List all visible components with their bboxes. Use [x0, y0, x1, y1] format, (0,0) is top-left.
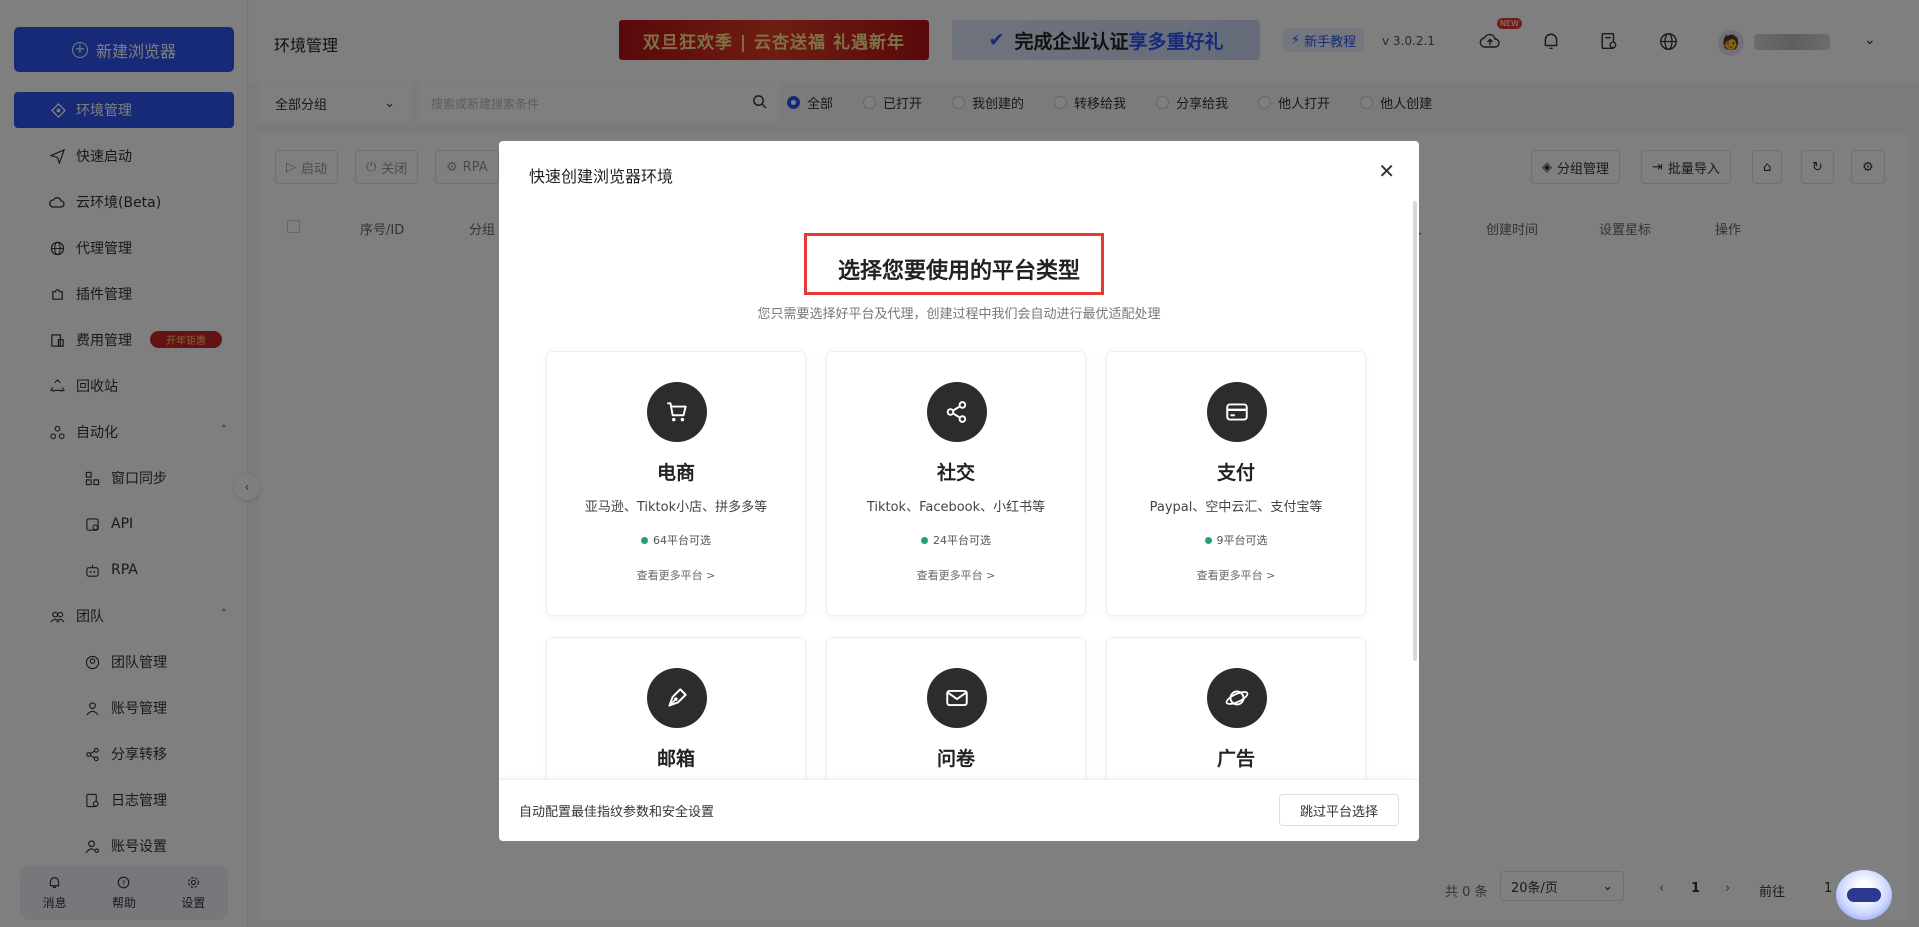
card-count-text: 64平台可选	[653, 534, 711, 547]
envelope-icon	[927, 668, 987, 728]
modal-footer: 自动配置最佳指纹参数和安全设置 跳过平台选择	[499, 779, 1419, 841]
card-description: Paypal、空中云汇、支付宝等	[1149, 500, 1323, 515]
planet-icon	[1207, 668, 1267, 728]
card-count: 24平台可选	[827, 532, 1085, 548]
card-description: 亚马逊、Tiktok小店、拼多多等	[584, 500, 768, 515]
card-description: Tiktok、Facebook、小红书等	[866, 500, 1046, 515]
card-name: 广告	[1216, 748, 1255, 770]
view-more-platforms-link[interactable]: 查看更多平台 >	[827, 567, 1085, 583]
platform-card-payment[interactable]: 支付 Paypal、空中云汇、支付宝等 9平台可选 查看更多平台 >	[1106, 351, 1366, 616]
platform-card-ecommerce[interactable]: 电商 亚马逊、Tiktok小店、拼多多等 64平台可选 查看更多平台 >	[546, 351, 806, 616]
status-dot	[921, 536, 928, 544]
modal-subheading: 您只需要选择好平台及代理，创建过程中我们会自动进行最优适配处理	[757, 307, 1161, 322]
share-nodes-icon	[927, 382, 987, 442]
card-count-text: 9平台可选	[1216, 534, 1268, 547]
status-dot	[641, 536, 648, 544]
card-name: 支付	[1216, 462, 1255, 484]
credit-card-icon	[1207, 382, 1267, 442]
card-name: 邮箱	[656, 748, 695, 770]
quick-create-modal: 快速创建浏览器环境 ✕ 选择您要使用的平台类型 您只需要选择好平台及代理，创建过…	[499, 141, 1419, 841]
view-more-platforms-link[interactable]: 查看更多平台 >	[1107, 567, 1365, 583]
modal-heading: 选择您要使用的平台类型	[837, 259, 1080, 284]
card-name: 问卷	[936, 748, 975, 770]
assistant-robot-icon[interactable]	[1836, 870, 1892, 920]
card-name: 社交	[936, 462, 975, 484]
pen-tool-icon	[647, 668, 707, 728]
skip-platform-button[interactable]: 跳过平台选择	[1278, 794, 1399, 826]
card-count-text: 24平台可选	[933, 534, 991, 547]
card-count: 64平台可选	[547, 532, 805, 548]
status-dot	[1204, 536, 1212, 544]
robot-visor	[1847, 888, 1881, 902]
close-icon[interactable]: ✕	[1378, 161, 1395, 181]
card-count: 9平台可选	[1107, 532, 1365, 548]
view-more-platforms-link[interactable]: 查看更多平台 >	[547, 567, 805, 583]
cart-icon	[647, 382, 707, 442]
platform-card-social[interactable]: 社交 Tiktok、Facebook、小红书等 24平台可选 查看更多平台 >	[826, 351, 1086, 616]
modal-title: 快速创建浏览器环境	[529, 167, 674, 186]
footer-note: 自动配置最佳指纹参数和安全设置	[519, 805, 715, 820]
card-name: 电商	[656, 462, 695, 484]
